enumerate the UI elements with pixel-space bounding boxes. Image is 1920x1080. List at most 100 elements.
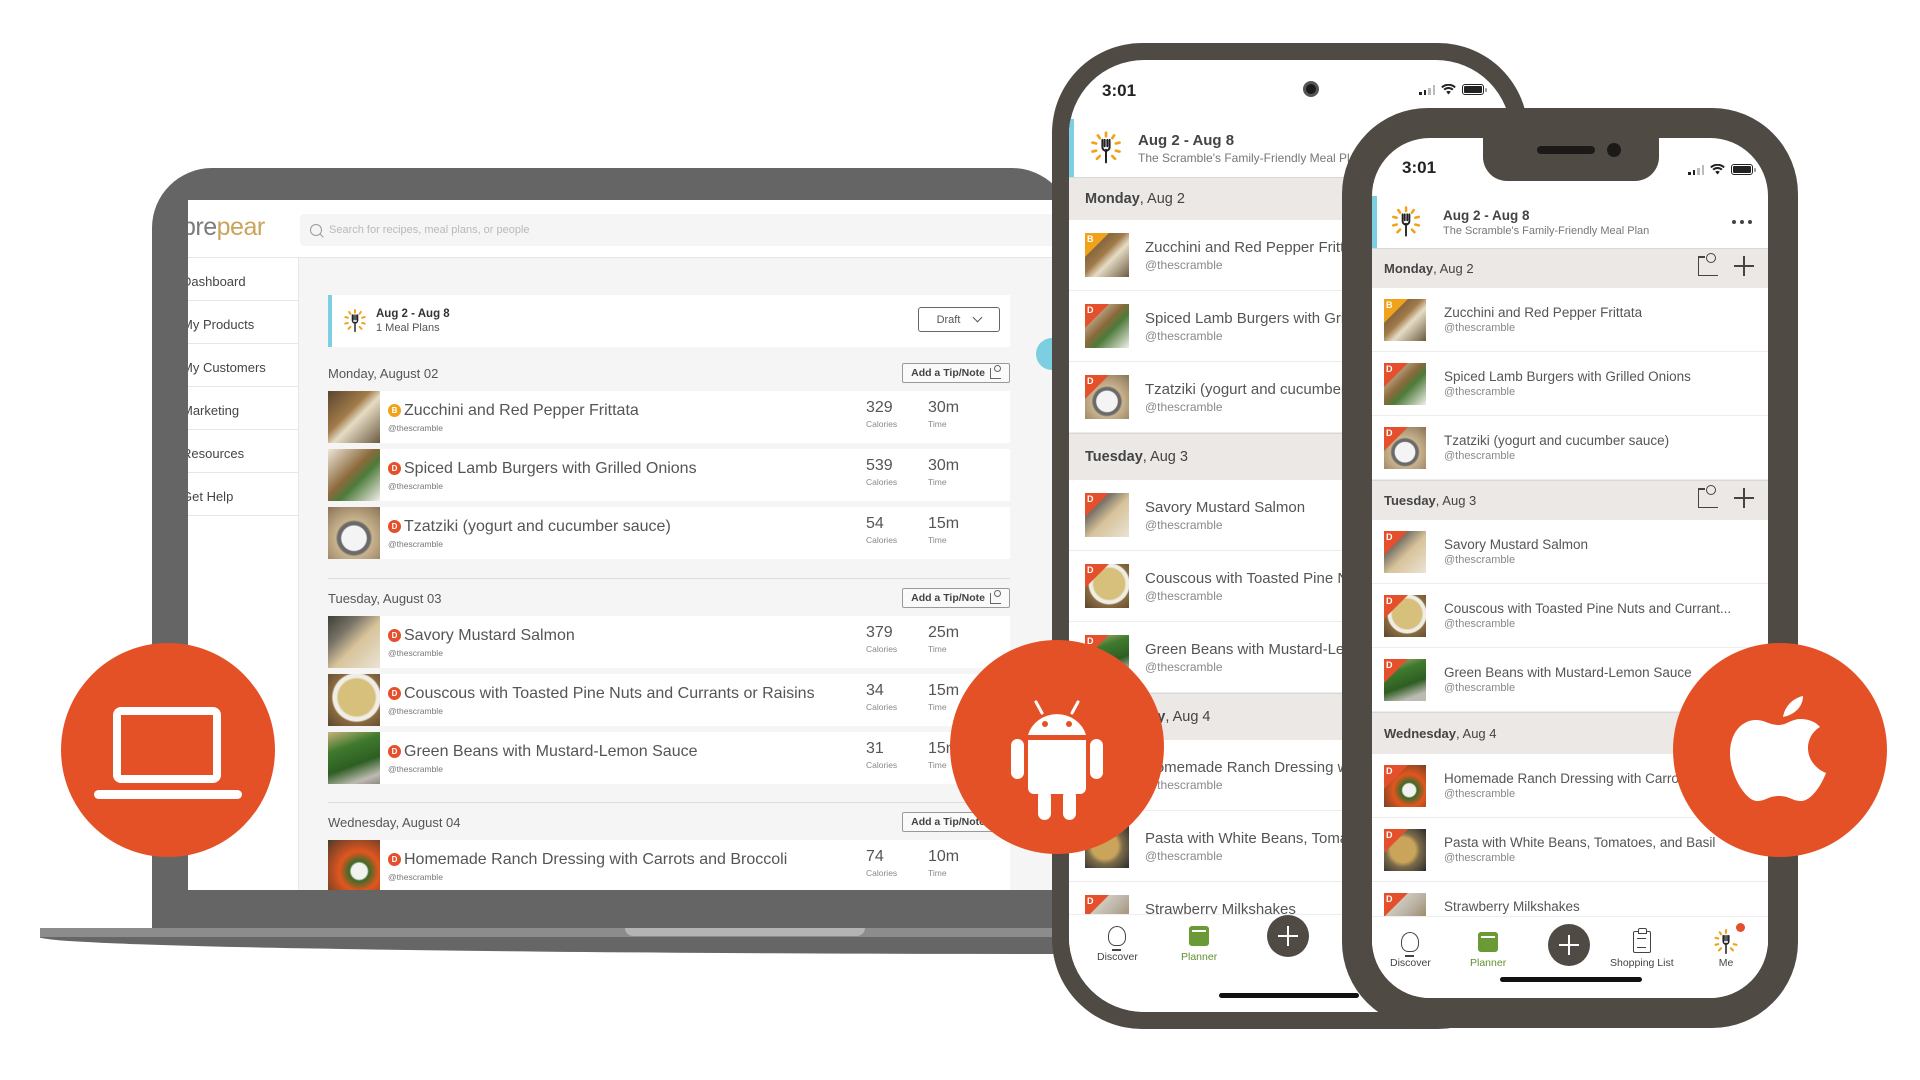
add-button[interactable] (1548, 924, 1590, 966)
web-header: prepear (188, 200, 1058, 258)
recipe-thumbnail: D (1384, 764, 1426, 807)
plus-icon (1267, 915, 1309, 957)
tab-planner[interactable]: Planner (1470, 927, 1506, 969)
breakfast-badge-icon: B (388, 404, 401, 417)
recipe-thumbnail: D (1085, 564, 1129, 608)
add-note-icon[interactable] (1698, 485, 1718, 508)
add-note-icon[interactable] (1698, 253, 1718, 276)
scramble-logo-icon (342, 308, 368, 334)
iphone-tab-bar: Discover Planner Shopping List Me (1372, 916, 1768, 998)
meal-plan-header[interactable]: Aug 2 - Aug 8 The Scramble's Family-Frie… (1372, 196, 1768, 248)
recipe-thumbnail: D (1384, 426, 1426, 469)
lightbulb-icon (1401, 932, 1420, 957)
plus-icon (1548, 924, 1590, 966)
sidebar-item-resources[interactable]: Resources (188, 430, 298, 473)
add-recipe-icon[interactable] (1734, 256, 1754, 276)
recipe-thumbnail: D (1384, 530, 1426, 573)
recipe-thumbnail: D (1384, 362, 1426, 405)
status-dropdown[interactable]: Draft (918, 307, 1000, 332)
home-indicator[interactable] (1500, 977, 1642, 982)
plan-count: 1 Meal Plans (376, 322, 440, 334)
search-bar[interactable] (300, 214, 1058, 246)
ios-platform-badge (1673, 643, 1887, 857)
note-pin-icon (990, 589, 1001, 604)
recipe-row[interactable]: D Spiced Lamb Burgers with Grilled Onions… (328, 449, 1010, 501)
battery-icon (1731, 164, 1756, 175)
day-header-tuesday: Tuesday, Aug 3 (1372, 480, 1768, 520)
recipe-row[interactable]: D Spiced Lamb Burgers with Grilled Onions… (1372, 352, 1768, 416)
day-label: Monday, August 02 (328, 365, 439, 381)
recipe-thumbnail (328, 732, 380, 784)
sidebar-item-marketing[interactable]: Marketing (188, 387, 298, 430)
recipe-thumbnail: B (1085, 233, 1129, 277)
recipe-row[interactable]: DHomemade Ranch Dressing with Carrots an… (328, 840, 1010, 890)
sidebar-item-my-products[interactable]: My Products (188, 301, 298, 344)
web-app: prepear Dashboard My Products My Custome… (188, 200, 1058, 890)
recipe-thumbnail (328, 840, 380, 890)
recipe-row[interactable]: B Zucchini and Red Pepper Frittata @thescr… (328, 391, 1010, 443)
planner-main: Aug 2 - Aug 8 1 Meal Plans Draft Monday,… (299, 258, 1058, 890)
tab-discover[interactable]: Discover (1097, 921, 1138, 963)
android-platform-badge (950, 640, 1164, 854)
more-options-icon[interactable] (1732, 220, 1752, 224)
add-recipe-icon[interactable] (1734, 488, 1754, 508)
recipe-row[interactable]: D Green Beans with Mustard-Lemon Sauce @th… (328, 732, 1010, 784)
chevron-down-icon (972, 312, 983, 323)
tab-planner[interactable]: Planner (1181, 921, 1217, 963)
signal-icon (1419, 84, 1435, 95)
day-label: Tuesday, August 03 (328, 590, 442, 606)
notification-dot (1736, 923, 1745, 932)
profile-avatar-icon (1712, 928, 1740, 956)
tab-discover[interactable]: Discover (1390, 927, 1431, 969)
wifi-icon (1710, 164, 1725, 175)
day-section-tuesday: Tuesday, August 03 Add a Tip/Note D Savor… (328, 580, 1010, 790)
recipe-row[interactable]: D Couscous with Toasted Pine Nuts and Cur… (328, 674, 1010, 726)
signal-icon (1688, 164, 1704, 175)
sidebar-item-my-customers[interactable]: My Customers (188, 344, 298, 387)
home-indicator[interactable] (1219, 993, 1359, 998)
tab-shopping-list[interactable]: Shopping List (1610, 927, 1674, 969)
recipe-thumbnail (328, 391, 380, 443)
search-icon (310, 224, 322, 236)
recipe-thumbnail (328, 449, 380, 501)
scramble-logo-icon (1088, 130, 1124, 166)
dinner-badge-icon: D (388, 462, 401, 475)
day-section-monday: Monday, August 02 Add a Tip/Note B Zucchi… (328, 355, 1010, 565)
day-divider (328, 802, 1010, 803)
laptop-icon (94, 707, 242, 799)
recipe-thumbnail: D (1384, 828, 1426, 871)
recipe-thumbnail: D (1085, 493, 1129, 537)
scramble-logo-icon (1389, 205, 1423, 239)
search-input[interactable] (329, 224, 929, 236)
lightbulb-icon (1108, 926, 1127, 951)
status-time: 3:01 (1402, 158, 1437, 177)
note-pin-icon (990, 364, 1001, 379)
recipe-row[interactable]: D Tzatziki (yogurt and cucumber sauce) @th… (1372, 416, 1768, 480)
recipe-row[interactable]: D Savory Mustard Salmon @thescramble 379 Ca… (328, 616, 1010, 668)
iphone: 3:01 Aug 2 - Aug 8 The Scramble's Family… (1342, 108, 1798, 1028)
recipe-row[interactable]: B Zucchini and Red Pepper Frittata @thescr… (1372, 288, 1768, 352)
recipe-thumbnail (328, 616, 380, 668)
recipe-row[interactable]: D Couscous with Toasted Pine Nuts and Cur… (1372, 584, 1768, 648)
recipe-row[interactable]: D Savory Mustard Salmon @thescramble (1372, 520, 1768, 584)
sidebar-item-dashboard[interactable]: Dashboard (188, 258, 298, 301)
prepear-logo[interactable]: prepear (188, 213, 265, 242)
day-header-monday: Monday, Aug 2 (1372, 248, 1768, 288)
dinner-badge-icon: D (388, 629, 401, 642)
tab-me[interactable]: Me (1712, 923, 1745, 969)
notch (1483, 138, 1659, 181)
battery-icon (1462, 84, 1487, 95)
add-tip-note-button[interactable]: Add a Tip/Note (902, 588, 1010, 608)
add-tip-note-button[interactable]: Add a Tip/Note (902, 363, 1010, 383)
android-icon (1011, 700, 1103, 820)
add-button[interactable] (1267, 915, 1309, 957)
sidebar-item-get-help[interactable]: Get Help (188, 473, 298, 516)
recipe-thumbnail: D (1085, 304, 1129, 348)
apple-icon (1730, 696, 1826, 801)
meal-plan-card[interactable]: Aug 2 - Aug 8 1 Meal Plans Draft (328, 295, 1010, 347)
dinner-badge-icon: D (388, 687, 401, 700)
recipe-row[interactable]: D Tzatziki (yogurt and cucumber sauce) @th… (328, 507, 1010, 559)
calendar-icon (1189, 926, 1210, 946)
plan-date-range: Aug 2 - Aug 8 (376, 308, 450, 320)
iphone-screen: 3:01 Aug 2 - Aug 8 The Scramble's Family… (1372, 138, 1768, 998)
